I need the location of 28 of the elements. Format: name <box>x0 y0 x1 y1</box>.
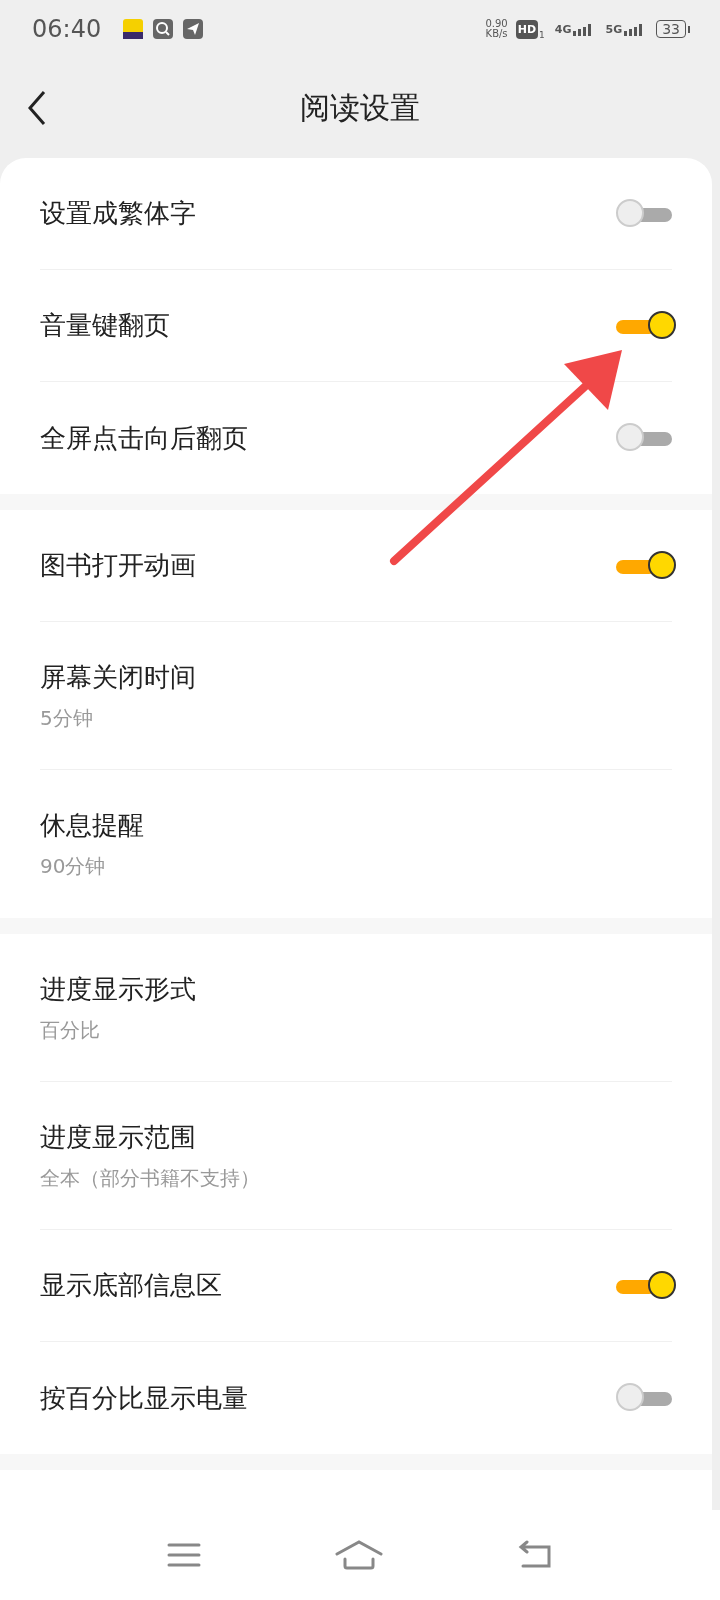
setting-title: 按百分比显示电量 <box>40 1381 249 1415</box>
setting-value: 百分比 <box>40 1016 101 1044</box>
setting-title: 图书打开动画 <box>40 549 197 582</box>
speed-unit: KB/s <box>485 29 508 39</box>
status-time: 06:40 <box>32 15 102 43</box>
setting-title: 进度显示形式 <box>40 972 197 1006</box>
setting-title: 音量键翻页 <box>40 309 171 342</box>
setting-title: 进度显示范围 <box>40 1120 197 1154</box>
app-icon <box>123 19 144 39</box>
search-icon <box>153 19 174 39</box>
paper-plane-icon <box>183 19 204 39</box>
home-icon[interactable] <box>335 1540 383 1570</box>
setting-value: 5分钟 <box>40 704 94 732</box>
network-type: 4G <box>554 22 572 36</box>
setting-value: 90分钟 <box>40 853 107 880</box>
setting-title: 休息提醒 <box>40 809 145 842</box>
setting-title: 设置成繁体字 <box>40 197 197 230</box>
page-title: 阅读设置 <box>299 88 421 127</box>
setting-title: 全屏点击向后翻页 <box>40 421 249 455</box>
menu-icon[interactable] <box>167 1542 201 1568</box>
setting-value: 全本（部分书籍不支持） <box>40 1164 261 1192</box>
hd-sim-number: 1 <box>539 30 545 40</box>
setting-title: 显示底部信息区 <box>40 1269 223 1302</box>
setting-title: 屏幕关闭时间 <box>40 660 197 694</box>
hd-icon: HD <box>515 19 539 39</box>
network-speed: 0.90 <box>485 19 508 29</box>
battery-level: 33 <box>656 20 686 38</box>
network-type: 5G <box>605 22 623 36</box>
